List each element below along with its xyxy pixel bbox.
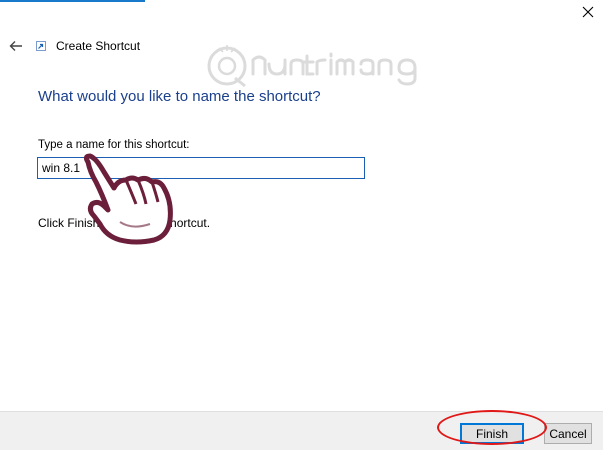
pointing-hand-icon	[83, 153, 173, 245]
wizard-footer: Finish Cancel	[0, 411, 603, 450]
wizard-question: What would you like to name the shortcut…	[38, 88, 321, 105]
close-icon	[582, 6, 594, 18]
watermark-logo	[207, 45, 417, 88]
close-button[interactable]	[581, 5, 595, 19]
wizard-header: Create Shortcut	[8, 36, 140, 56]
finish-button[interactable]: Finish	[460, 423, 524, 444]
cancel-button[interactable]: Cancel	[544, 423, 592, 444]
back-button[interactable]	[8, 38, 24, 54]
title-bar-accent	[0, 0, 145, 2]
back-arrow-icon	[9, 41, 22, 51]
window-title: Create Shortcut	[56, 39, 141, 53]
shortcut-icon	[36, 41, 46, 51]
